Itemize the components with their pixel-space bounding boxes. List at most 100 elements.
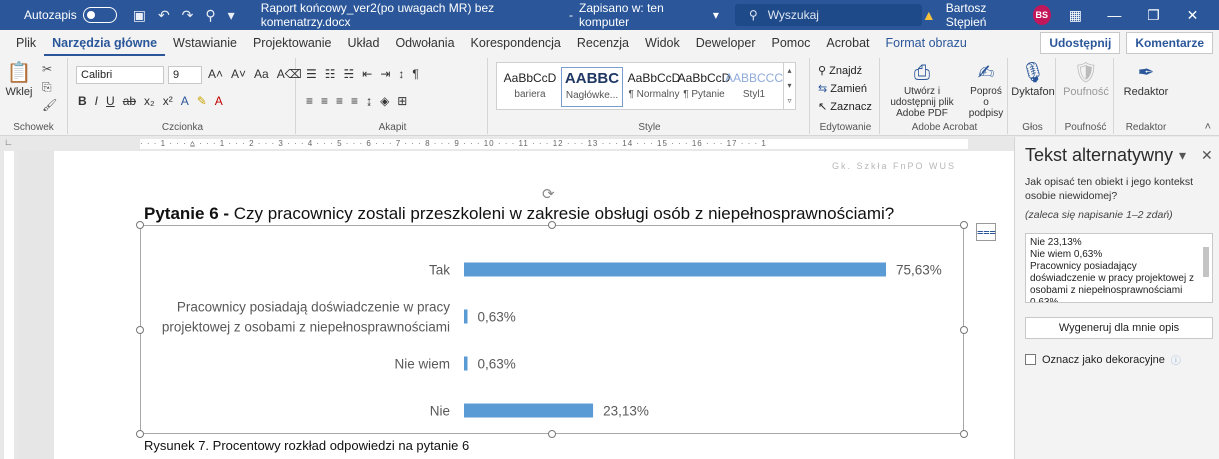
- tab-review[interactable]: Recenzja: [569, 30, 637, 56]
- style-styl1[interactable]: AABBCCC Styl1: [723, 67, 785, 107]
- font-size-select[interactable]: 9: [168, 66, 202, 84]
- decrease-indent-icon[interactable]: ⇤: [362, 67, 372, 81]
- underline-icon[interactable]: U: [106, 94, 115, 108]
- find-button[interactable]: ⚲ Znajdź: [818, 62, 872, 80]
- pilcrow-icon[interactable]: ¶: [412, 67, 418, 81]
- share-button[interactable]: Udostępnij: [1040, 32, 1121, 54]
- dictate-button[interactable]: 🎙 Dyktafon: [1010, 60, 1056, 98]
- minimize-icon[interactable]: —: [1100, 7, 1129, 23]
- resize-handle-right[interactable]: [960, 326, 968, 334]
- tab-file[interactable]: Plik: [8, 30, 44, 56]
- close-icon[interactable]: ✕: [1178, 7, 1207, 24]
- format-painter-icon[interactable]: 🖌: [42, 96, 57, 114]
- copy-icon[interactable]: ⎘: [42, 78, 57, 96]
- document-title-area[interactable]: Raport końcowy_ver2(po uwagach MR) bez k…: [261, 1, 719, 29]
- generate-description-button[interactable]: Wygeneruj dla mnie opis: [1025, 317, 1213, 339]
- style-heading[interactable]: AABBC Nagłówke...: [561, 67, 623, 107]
- resize-handle-left[interactable]: [136, 326, 144, 334]
- align-center-icon[interactable]: ≡: [321, 94, 328, 108]
- text-effects-icon[interactable]: A: [181, 94, 189, 108]
- font-name-select[interactable]: Calibri: [76, 66, 164, 84]
- create-pdf-button[interactable]: ⎙ Utwórz i udostępnij plik Adobe PDF: [882, 60, 962, 119]
- borders-icon[interactable]: ⊞: [397, 94, 407, 108]
- italic-icon[interactable]: I: [95, 94, 98, 108]
- tab-home[interactable]: Narzędzia główne: [44, 30, 166, 56]
- resize-handle-top[interactable]: [548, 221, 556, 229]
- horizontal-ruler[interactable]: ∟ · · · 1 · · · ⩠ · · · 1 · · · 2 · · · …: [0, 137, 1014, 151]
- change-case-icon[interactable]: Aa: [254, 67, 269, 81]
- font-color-icon[interactable]: A: [215, 94, 223, 108]
- strikethrough-icon[interactable]: ab: [123, 94, 136, 108]
- tab-view[interactable]: Widok: [637, 30, 688, 56]
- cut-icon[interactable]: ✂: [42, 60, 57, 78]
- tab-layout[interactable]: Układ: [339, 30, 387, 56]
- format-painter-icon[interactable]: ⚲: [205, 7, 215, 24]
- grow-font-icon[interactable]: A˄: [208, 67, 223, 81]
- resize-handle-bottom-left[interactable]: [136, 430, 144, 438]
- tab-acrobat[interactable]: Acrobat: [818, 30, 877, 56]
- tab-help[interactable]: Pomoc: [764, 30, 819, 56]
- multilevel-list-icon[interactable]: ☵: [344, 67, 355, 81]
- tab-mailings[interactable]: Korespondencja: [463, 30, 569, 56]
- style-bariera[interactable]: AaBbCcD bariera: [499, 67, 561, 107]
- sort-icon[interactable]: ↕: [398, 67, 404, 81]
- autosave-toggle[interactable]: [82, 7, 117, 23]
- chart-frame[interactable]: Tak 75,63% Pracownicy posiadają doświadcze…: [140, 225, 964, 434]
- bold-icon[interactable]: B: [78, 94, 87, 108]
- scrollbar-thumb[interactable]: [1203, 247, 1209, 277]
- shading-icon[interactable]: ◈: [380, 94, 389, 108]
- paste-button[interactable]: 📋 Wklej: [4, 60, 34, 98]
- tab-insert[interactable]: Wstawianie: [165, 30, 245, 56]
- styles-scroll[interactable]: ▴ ▾ ▿: [783, 63, 795, 109]
- autosave-control[interactable]: Autozapis: [24, 7, 117, 23]
- replace-button[interactable]: ⇆ Zamień: [818, 80, 872, 98]
- redo-icon[interactable]: ↷: [182, 7, 194, 24]
- tab-developer[interactable]: Deweloper: [688, 30, 764, 56]
- resize-handle-top-left[interactable]: [136, 221, 144, 229]
- user-name[interactable]: Bartosz Stępień: [946, 1, 1023, 29]
- resize-handle-top-right[interactable]: [960, 221, 968, 229]
- numbering-icon[interactable]: ☷: [325, 67, 336, 81]
- select-button[interactable]: ↖ Zaznacz: [818, 98, 872, 116]
- chevron-down-icon[interactable]: ▾: [713, 8, 719, 22]
- tab-selector-icon[interactable]: ∟: [4, 137, 13, 147]
- resize-handle-bottom[interactable]: [548, 430, 556, 438]
- comments-button[interactable]: Komentarze: [1126, 32, 1213, 54]
- align-right-icon[interactable]: ≡: [336, 94, 343, 108]
- pane-options-icon[interactable]: ▾: [1179, 147, 1186, 164]
- collapse-ribbon-icon[interactable]: ˄: [1205, 121, 1211, 133]
- avatar[interactable]: BS: [1032, 5, 1051, 25]
- justify-icon[interactable]: ≡: [351, 94, 358, 108]
- close-icon[interactable]: ✕: [1201, 147, 1213, 164]
- layout-options-icon[interactable]: ⩶: [976, 223, 996, 241]
- decorative-option[interactable]: Oznacz jako dekoracyjne ⓘ: [1025, 352, 1181, 367]
- increase-indent-icon[interactable]: ⇥: [380, 67, 390, 81]
- undo-icon[interactable]: ↶: [158, 7, 170, 24]
- superscript-icon[interactable]: x²: [163, 94, 173, 108]
- rotate-handle-icon[interactable]: ⟳: [542, 185, 555, 203]
- ribbon-display-icon[interactable]: ▦: [1061, 7, 1090, 24]
- document-page[interactable]: Gk. Szkła FnPO WUS ⟳ Pytanie 6 - Czy pra…: [54, 151, 1014, 459]
- tab-design[interactable]: Projektowanie: [245, 30, 340, 56]
- alt-text-input[interactable]: Nie 23,13% Nie wiem 0,63% Pracownicy pos…: [1025, 233, 1213, 303]
- info-icon[interactable]: ⓘ: [1171, 352, 1181, 367]
- tab-picture-format[interactable]: Format obrazu: [878, 30, 975, 56]
- sensitivity-button[interactable]: 🛡 Poufność: [1058, 60, 1114, 98]
- save-icon[interactable]: ▣: [133, 7, 146, 24]
- restore-icon[interactable]: ❐: [1139, 7, 1168, 24]
- decorative-checkbox[interactable]: [1025, 354, 1036, 365]
- scrollbar[interactable]: [1202, 237, 1210, 299]
- resize-handle-bottom-right[interactable]: [960, 430, 968, 438]
- bullets-icon[interactable]: ☰: [306, 67, 317, 81]
- editor-button[interactable]: ✒ Redaktor: [1116, 60, 1176, 98]
- request-signatures-button[interactable]: ✍ Poproś o podpisy: [966, 60, 1006, 119]
- shrink-font-icon[interactable]: A˅: [231, 67, 246, 81]
- warning-icon[interactable]: ▲: [922, 7, 936, 23]
- highlight-icon[interactable]: ✎: [197, 94, 207, 108]
- search-box[interactable]: ⚲ Wyszukaj: [734, 4, 922, 26]
- tab-references[interactable]: Odwołania: [387, 30, 462, 56]
- customize-qat-icon[interactable]: ▾: [228, 7, 235, 24]
- vertical-ruler[interactable]: [0, 151, 18, 459]
- subscript-icon[interactable]: x₂: [144, 94, 155, 108]
- line-spacing-icon[interactable]: ↨: [366, 94, 372, 108]
